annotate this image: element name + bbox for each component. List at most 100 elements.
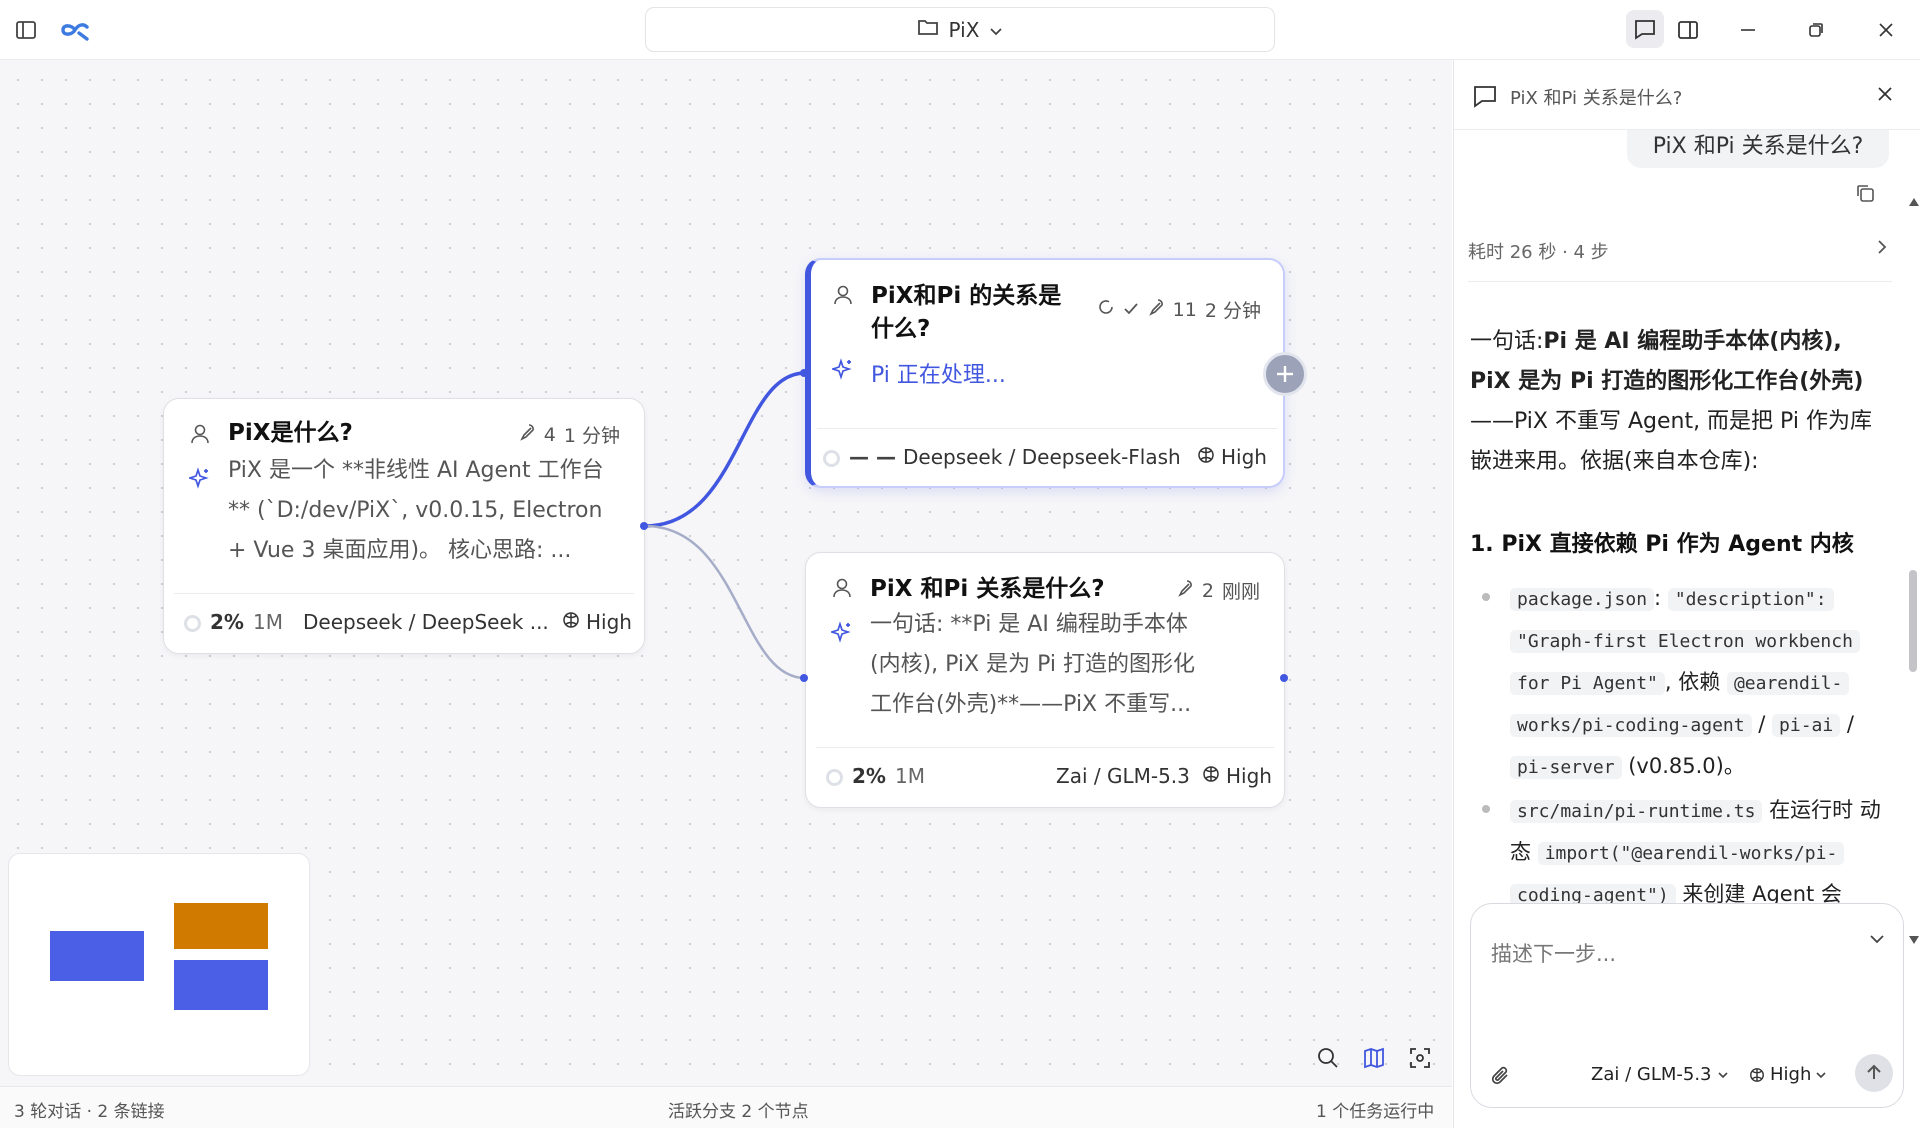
progress-percent: 2% bbox=[210, 610, 244, 634]
assistant-answer: 一句话:Pi 是 AI 编程助手本体(内核), PiX 是为 Pi 打造的图形化… bbox=[1470, 322, 1890, 482]
status-bar: 3 轮对话 · 2 条链接 活跃分支 2 个节点 1 个任务运行中 bbox=[0, 1086, 1452, 1128]
node-meta: 2 刚刚 bbox=[1176, 577, 1260, 604]
thinking-summary-text: 耗时 26 秒 · 4 步 bbox=[1468, 242, 1609, 263]
progress-indicator bbox=[823, 450, 840, 467]
answer-line: (内核), PiX 是为 Pi 打造的图形化 bbox=[870, 652, 1195, 677]
tool-count: 11 bbox=[1172, 298, 1197, 321]
node-output-port[interactable] bbox=[1280, 674, 1288, 682]
check-icon bbox=[1123, 299, 1139, 321]
node-footer: 2% 1M Zai / GLM-5.3 High bbox=[816, 747, 1274, 807]
node-answer: 一句话: **Pi 是 AI 编程助手本体 (内核), PiX 是为 Pi 打造… bbox=[870, 605, 1270, 725]
node-time: 2 分钟 bbox=[1204, 300, 1261, 322]
composer-input[interactable]: 描述下一步... bbox=[1491, 938, 1616, 968]
progress-indicator bbox=[184, 610, 201, 634]
node-footer: 2% 1M Deepseek / DeepSeek ... High bbox=[174, 593, 634, 653]
node-meta: 4 1 分钟 bbox=[518, 421, 620, 448]
node-answer: PiX 是一个 **非线性 AI Agent 工作台 ** (`D:/dev/P… bbox=[228, 451, 626, 571]
section-heading: 1. PiX 直接依赖 Pi 作为 Agent 内核 bbox=[1470, 532, 1854, 557]
progress-percent: — — bbox=[849, 445, 896, 469]
map-icon[interactable] bbox=[1362, 1046, 1386, 1074]
edge-inactive bbox=[644, 524, 806, 680]
chevron-down-icon bbox=[1816, 1071, 1826, 1078]
progress-percent: 2% bbox=[852, 764, 886, 788]
node-status-text: Pi 正在处理... bbox=[871, 363, 1006, 388]
loading-icon bbox=[1097, 298, 1115, 321]
chat-panel-toggle-icon[interactable] bbox=[1626, 10, 1664, 48]
effort-icon bbox=[1750, 1067, 1764, 1082]
fit-view-icon[interactable] bbox=[1408, 1046, 1432, 1074]
user-icon bbox=[832, 577, 852, 603]
effort-icon bbox=[562, 610, 580, 635]
sparkle-icon bbox=[830, 358, 854, 384]
chevron-right-icon bbox=[1876, 238, 1888, 261]
restore-icon[interactable] bbox=[1800, 14, 1832, 46]
model-select-label: Zai / GLM-5.3 bbox=[1591, 1064, 1712, 1085]
add-branch-button[interactable] bbox=[1263, 352, 1307, 396]
chevron-down-icon bbox=[989, 18, 1003, 42]
attach-icon[interactable] bbox=[1489, 1064, 1513, 1092]
bullet-item: package.json: "description": "Graph-firs… bbox=[1482, 578, 1894, 788]
token-count: 1M bbox=[895, 764, 925, 788]
folder-icon bbox=[917, 17, 939, 42]
sparkle-icon bbox=[829, 621, 853, 647]
minimap-node-active bbox=[174, 903, 268, 949]
token-count: 1M bbox=[253, 610, 283, 634]
node-input-port[interactable] bbox=[800, 674, 808, 682]
model-select[interactable]: Zai / GLM-5.3 bbox=[1591, 1064, 1728, 1085]
minimap[interactable] bbox=[8, 853, 310, 1076]
minimap-node bbox=[174, 960, 268, 1010]
edge-active bbox=[644, 371, 806, 528]
model-label: Zai / GLM-5.3 bbox=[1056, 764, 1190, 788]
arrow-up-icon bbox=[1867, 1064, 1881, 1079]
close-panel-icon[interactable] bbox=[1877, 86, 1893, 106]
chat-bubble-icon bbox=[1472, 84, 1498, 112]
answer-line: 一句话: **Pi 是 AI 编程助手本体 bbox=[870, 612, 1188, 637]
node-question: PiX和Pi 的关系是 什么? bbox=[871, 283, 1062, 342]
bullet-list: package.json: "description": "Graph-firs… bbox=[1482, 578, 1894, 916]
title-bar: PiX bbox=[0, 0, 1920, 60]
thinking-summary[interactable]: 耗时 26 秒 · 4 步 bbox=[1468, 238, 1892, 282]
chevron-down-icon bbox=[1717, 1071, 1728, 1078]
node-output-port[interactable] bbox=[640, 522, 648, 530]
minimize-icon[interactable] bbox=[1732, 14, 1764, 46]
conversation-node-active[interactable]: PiX和Pi 的关系是 什么? 11 2 分钟 Pi 正在处理... — — D… bbox=[805, 258, 1285, 488]
send-button[interactable] bbox=[1855, 1054, 1893, 1092]
chat-scrollbar[interactable] bbox=[1906, 130, 1920, 946]
node-time: 1 分钟 bbox=[563, 425, 620, 447]
copy-icon[interactable] bbox=[1854, 182, 1876, 208]
chat-messages[interactable]: PiX 和Pi 关系是什么? 耗时 26 秒 · 4 步 一句话:Pi 是 AI… bbox=[1454, 130, 1906, 948]
app-logo-icon bbox=[58, 14, 94, 46]
answer-line: PiX 是一个 **非线性 AI Agent 工作台 bbox=[228, 458, 604, 483]
answer-line: 工作台(外壳)**——PiX 不重写... bbox=[870, 692, 1192, 717]
conversation-node[interactable]: PiX是什么? 4 1 分钟 PiX 是一个 **非线性 AI Agent 工作… bbox=[163, 398, 645, 654]
sidebar-toggle-icon[interactable] bbox=[10, 14, 42, 46]
bullet-item: src/main/pi-runtime.ts 在运行时 动态 import("@… bbox=[1482, 790, 1894, 916]
close-window-icon[interactable] bbox=[1870, 14, 1902, 46]
progress-indicator bbox=[826, 769, 843, 786]
user-icon bbox=[833, 284, 853, 310]
conversation-node[interactable]: PiX 和Pi 关系是什么? 2 刚刚 一句话: **Pi 是 AI 编程助手本… bbox=[805, 552, 1285, 808]
status-running-tasks: 1 个任务运行中 bbox=[1316, 1102, 1435, 1122]
user-message-text: PiX 和Pi 关系是什么? bbox=[1652, 134, 1864, 159]
composer: 描述下一步... Zai / GLM-5.3 High bbox=[1470, 903, 1904, 1108]
collapse-chevron-icon[interactable] bbox=[1869, 930, 1885, 949]
sparkle-icon bbox=[187, 467, 211, 493]
effort-select-label: High bbox=[1770, 1064, 1812, 1085]
node-input-port[interactable] bbox=[800, 369, 808, 377]
user-message-bubble: PiX 和Pi 关系是什么? bbox=[1627, 130, 1889, 168]
effort-label: High bbox=[586, 610, 632, 634]
node-question: PiX是什么? bbox=[228, 420, 353, 446]
scrollbar-thumb bbox=[1909, 570, 1917, 672]
answer-intro-rest: ——PiX 不重写 Agent, 而是把 Pi 作为库嵌进来用。依据(来自本仓库… bbox=[1470, 409, 1872, 474]
answer-intro: 一句话: bbox=[1470, 329, 1544, 354]
search-icon[interactable] bbox=[1316, 1046, 1340, 1074]
answer-line: + Vue 3 桌面应用)。 核心思路: ... bbox=[228, 538, 572, 563]
tool-icon bbox=[1147, 298, 1165, 321]
graph-canvas[interactable]: PiX是什么? 4 1 分钟 PiX 是一个 **非线性 AI Agent 工作… bbox=[0, 60, 1452, 1086]
effort-icon bbox=[1202, 764, 1220, 789]
workspace-title-dropdown[interactable]: PiX bbox=[645, 7, 1275, 52]
tool-count: 2 bbox=[1201, 579, 1214, 602]
scroll-down-arrow bbox=[1909, 936, 1919, 944]
split-view-icon[interactable] bbox=[1672, 14, 1704, 46]
effort-select[interactable]: High bbox=[1749, 1064, 1826, 1085]
